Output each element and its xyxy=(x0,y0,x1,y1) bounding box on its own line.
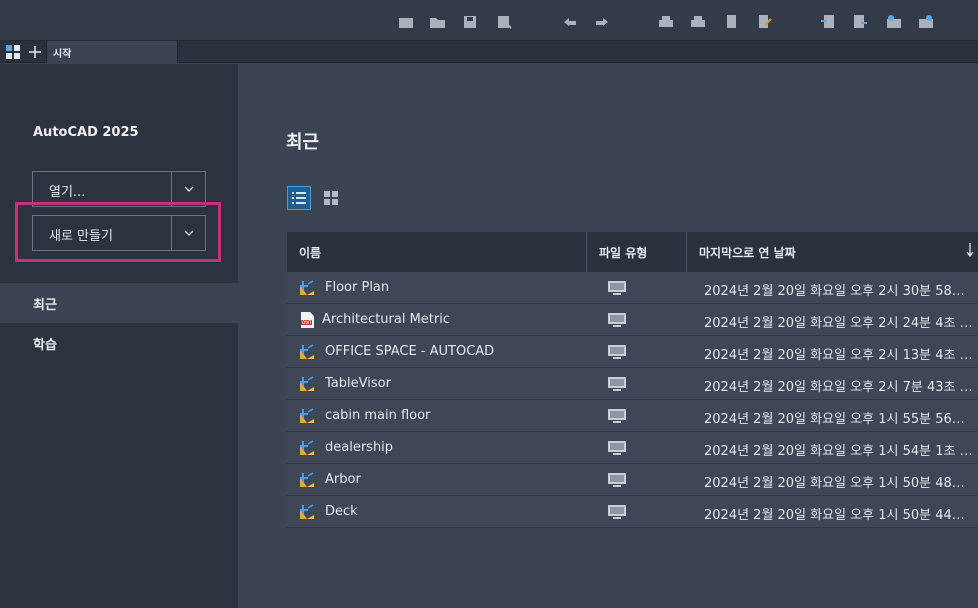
file-name: TableVisor xyxy=(325,376,391,391)
monitor-icon xyxy=(608,281,626,295)
column-header-name[interactable]: 이름 xyxy=(287,232,586,272)
open-folder-icon[interactable] xyxy=(429,13,447,31)
open-dropdown-button[interactable] xyxy=(172,172,205,206)
file-name: Floor Plan xyxy=(325,280,390,295)
nav-item-label: 최근 xyxy=(33,298,57,313)
chevron-down-icon xyxy=(184,186,193,192)
monitor-icon xyxy=(608,313,626,327)
list-view-icon xyxy=(292,192,306,204)
dwg-file-icon xyxy=(298,439,316,457)
table-row[interactable]: DWT Architectural Metric 2024년 2월 20일 화요… xyxy=(287,304,978,336)
dwg-file-icon xyxy=(298,471,316,489)
dwg-file-icon xyxy=(298,279,316,297)
file-name: dealership xyxy=(325,440,394,455)
last-opened-date: 2024년 2월 20일 화요일 오후 2시 7분 43초 GMT+9 xyxy=(704,380,976,395)
plot-icon[interactable] xyxy=(689,13,707,31)
monitor-icon xyxy=(608,377,626,391)
save-as-icon[interactable] xyxy=(495,13,513,31)
app-title: AutoCAD 2025 xyxy=(33,125,139,140)
table-row[interactable]: Deck 2024년 2월 20일 화요일 오후 1시 50분 44초 GMT+… xyxy=(287,496,978,528)
dwt-template-icon: DWT xyxy=(298,311,316,329)
table-row[interactable]: OFFICE SPACE - AUTOCAD 2024년 2월 20일 화요일 … xyxy=(287,336,978,368)
last-opened-date: 2024년 2월 20일 화요일 오후 1시 50분 44초 GMT+9 xyxy=(704,508,976,523)
document-tab-bar: 시작 xyxy=(0,41,978,63)
redo-icon[interactable] xyxy=(593,13,611,31)
dwg-file-icon xyxy=(298,503,316,521)
nav-item-learn[interactable]: 학습 xyxy=(0,323,238,363)
quick-access-toolbar xyxy=(0,0,978,41)
file-name: Arbor xyxy=(325,472,361,487)
file-name: OFFICE SPACE - AUTOCAD xyxy=(325,344,495,359)
monitor-icon xyxy=(608,473,626,487)
last-opened-date: 2024년 2월 20일 화요일 오후 2시 24분 4초 GMT+9 xyxy=(704,316,976,331)
plus-icon xyxy=(29,46,41,58)
column-header-date-label: 마지막으로 연 날짜 xyxy=(699,246,796,260)
grid-view-button[interactable] xyxy=(319,186,343,210)
undo-icon[interactable] xyxy=(561,13,579,31)
tab-start-label: 시작 xyxy=(53,49,72,60)
last-opened-date: 2024년 2월 20일 화요일 오후 2시 13분 4초 GMT+9 xyxy=(704,348,976,363)
grid-view-icon xyxy=(324,191,338,205)
sidebar: AutoCAD 2025 열기... 새로 만들기 최근 학습 xyxy=(0,64,238,608)
save-icon[interactable] xyxy=(461,13,479,31)
table-row[interactable]: Floor Plan 2024년 2월 20일 화요일 오후 2시 30분 58… xyxy=(287,272,978,304)
file-name: cabin main floor xyxy=(325,408,431,423)
markup-icon[interactable] xyxy=(755,13,773,31)
grid-icon xyxy=(6,45,20,59)
monitor-icon xyxy=(608,409,626,423)
table-row[interactable]: cabin main floor 2024년 2월 20일 화요일 오후 1시 … xyxy=(287,400,978,432)
svg-text:DWT: DWT xyxy=(302,320,312,325)
nav-item-recent[interactable]: 최근 xyxy=(0,283,238,323)
page-title: 최근 xyxy=(286,132,320,153)
table-row[interactable]: Arbor 2024년 2월 20일 화요일 오후 1시 50분 48초 GMT… xyxy=(287,464,978,496)
last-opened-date: 2024년 2월 20일 화요일 오후 1시 50분 48초 GMT+9 xyxy=(704,476,976,491)
share-icon[interactable] xyxy=(885,13,903,31)
table-body: Floor Plan 2024년 2월 20일 화요일 오후 2시 30분 58… xyxy=(287,272,978,528)
file-name: Deck xyxy=(325,504,358,519)
dwg-file-icon xyxy=(298,343,316,361)
dwg-file-icon xyxy=(298,375,316,393)
publish-icon[interactable] xyxy=(723,13,741,31)
recent-files-table: 이름 파일 유형 마지막으로 연 날짜 Floor Plan 2024년 2월 … xyxy=(287,232,978,528)
collaborate-icon[interactable] xyxy=(917,13,935,31)
column-header-type[interactable]: 파일 유형 xyxy=(586,232,686,272)
open-button-label: 열기... xyxy=(49,185,86,200)
new-tab-button[interactable] xyxy=(24,41,46,63)
sort-descending-icon xyxy=(966,243,974,257)
print-icon[interactable] xyxy=(657,13,675,31)
column-header-date[interactable]: 마지막으로 연 날짜 xyxy=(686,232,978,272)
last-opened-date: 2024년 2월 20일 화요일 오후 1시 55분 56초 GMT+9 xyxy=(704,412,976,427)
table-row[interactable]: dealership 2024년 2월 20일 화요일 오후 1시 54분 1초… xyxy=(287,432,978,464)
list-view-button[interactable] xyxy=(287,186,311,210)
monitor-icon xyxy=(608,441,626,455)
table-header: 이름 파일 유형 마지막으로 연 날짜 xyxy=(287,232,978,272)
tab-start[interactable]: 시작 xyxy=(46,41,178,63)
open-button[interactable]: 열기... xyxy=(33,172,172,206)
monitor-icon xyxy=(608,345,626,359)
dwg-file-icon xyxy=(298,407,316,425)
file-name: Architectural Metric xyxy=(322,312,451,327)
import-icon[interactable] xyxy=(819,13,837,31)
last-opened-date: 2024년 2월 20일 화요일 오후 2시 30분 58초 GMT+9 xyxy=(704,284,976,299)
file-tabs-menu-button[interactable] xyxy=(2,41,24,63)
last-opened-date: 2024년 2월 20일 화요일 오후 1시 54분 1초 GMT+9 xyxy=(704,444,976,459)
new-file-icon[interactable] xyxy=(397,13,415,31)
nav-item-label: 학습 xyxy=(33,338,57,353)
export-icon[interactable] xyxy=(851,13,869,31)
table-row[interactable]: TableVisor 2024년 2월 20일 화요일 오후 2시 7분 43초… xyxy=(287,368,978,400)
monitor-icon xyxy=(608,505,626,519)
highlight-annotation xyxy=(15,202,221,262)
